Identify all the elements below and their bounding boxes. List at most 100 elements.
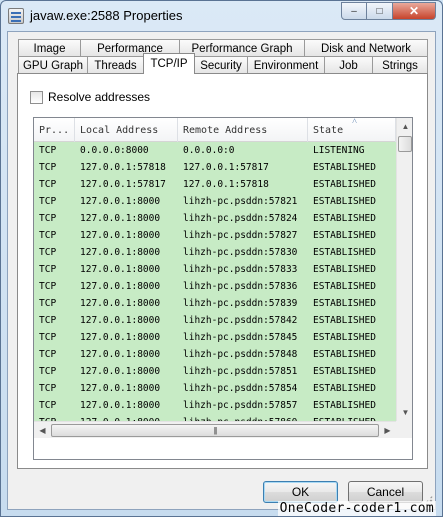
state-cell: ESTABLISHED bbox=[313, 281, 376, 292]
cancel-button[interactable]: Cancel bbox=[348, 481, 423, 503]
vertical-scroll-thumb[interactable] bbox=[398, 136, 412, 152]
remote-address-cell: 0.0.0.0:0 bbox=[183, 145, 235, 156]
local-address-cell: 127.0.0.1:8000 bbox=[80, 349, 161, 360]
scrollbar-corner bbox=[396, 421, 412, 438]
remote-address-cell: lihzh-pc.psddn:57827 bbox=[183, 230, 298, 241]
title-bar[interactable]: javaw.exe:2588 Properties – □ ✕ bbox=[1, 1, 442, 31]
table-row[interactable]: TCP127.0.0.1:8000lihzh-pc.psddn:57860EST… bbox=[34, 414, 396, 421]
tab-strings[interactable]: Strings bbox=[372, 56, 428, 74]
tcp-ip-panel: Resolve addresses Pr... Local Address Re… bbox=[17, 73, 428, 469]
tab-image[interactable]: Image bbox=[18, 39, 81, 57]
sort-ascending-icon: ˄ bbox=[352, 117, 358, 127]
horizontal-scroll-thumb[interactable]: ||| bbox=[51, 424, 379, 437]
resolve-addresses-checkbox[interactable] bbox=[30, 90, 43, 104]
table-row[interactable]: TCP 127.0.0.1:8000 lihzh-pc.psddn:57848 EST… bbox=[34, 346, 396, 363]
protocol-cell: TCP bbox=[39, 196, 57, 207]
table-row[interactable]: TCP 127.0.0.1:8000 lihzh-pc.psddn:57839 EST… bbox=[34, 295, 396, 312]
minimize-icon: – bbox=[351, 5, 357, 17]
table-row[interactable]: TCP 127.0.0.1:8000 lihzh-pc.psddn:57854 EST… bbox=[34, 380, 396, 397]
vertical-scrollbar[interactable]: ▲ ▼ bbox=[396, 118, 412, 421]
resolve-addresses-option[interactable]: Resolve addresses bbox=[30, 90, 150, 104]
state-cell: ESTABLISHED bbox=[313, 315, 376, 326]
local-address-cell: 127.0.0.1:8000 bbox=[80, 366, 161, 377]
table-row[interactable]: TCP 127.0.0.1:8000 lihzh-pc.psddn:57857 EST… bbox=[34, 397, 396, 414]
state-cell: ESTABLISHED bbox=[313, 383, 376, 394]
close-button[interactable]: ✕ bbox=[393, 2, 436, 20]
local-address-cell: 127.0.0.1:8000 bbox=[80, 400, 161, 411]
column-header-local-address[interactable]: Local Address bbox=[75, 118, 178, 142]
state-cell: ESTABLISHED bbox=[313, 298, 376, 309]
state-cell: ESTABLISHED bbox=[313, 213, 376, 224]
table-row[interactable]: TCP 0.0.0.0:8000 0.0.0.0:0 LISTENING bbox=[34, 142, 396, 159]
remote-address-cell: 127.0.0.1:57817 bbox=[183, 162, 269, 173]
tab-disk-and-network[interactable]: Disk and Network bbox=[304, 39, 428, 57]
protocol-cell: TCP bbox=[39, 162, 57, 173]
column-header-protocol[interactable]: Pr... bbox=[34, 118, 75, 142]
state-cell: ESTABLISHED bbox=[313, 247, 376, 258]
protocol-cell: TCP bbox=[39, 281, 57, 292]
table-row[interactable]: TCP 127.0.0.1:8000 lihzh-pc.psddn:57833 EST… bbox=[34, 261, 396, 278]
tab-environment[interactable]: Environment bbox=[247, 56, 325, 74]
caption-buttons: – □ ✕ bbox=[341, 2, 436, 20]
ok-button[interactable]: OK bbox=[263, 481, 338, 503]
scroll-down-icon[interactable]: ▼ bbox=[397, 404, 412, 421]
table-row[interactable]: TCP 127.0.0.1:8000 lihzh-pc.psddn:57824 EST… bbox=[34, 210, 396, 227]
local-address-cell: 127.0.0.1:8000 bbox=[80, 383, 161, 394]
protocol-cell: TCP bbox=[39, 230, 57, 241]
watermark: OneCoder-coder1.com bbox=[277, 501, 436, 516]
state-cell: ESTABLISHED bbox=[313, 264, 376, 275]
table-row[interactable]: TCP 127.0.0.1:57817 127.0.0.1:57818 ESTABLI… bbox=[34, 176, 396, 193]
table-row[interactable]: TCP 127.0.0.1:8000 lihzh-pc.psddn:57845 EST… bbox=[34, 329, 396, 346]
list-body: TCP 0.0.0.0:8000 0.0.0.0:0 LISTENING TCP 127.… bbox=[34, 142, 396, 421]
remote-address-cell: lihzh-pc.psddn:57839 bbox=[183, 298, 298, 309]
dialog-body: Image Performance Performance Graph Disk… bbox=[7, 31, 436, 510]
local-address-cell: 127.0.0.1:8000 bbox=[80, 332, 161, 343]
protocol-cell: TCP bbox=[39, 247, 57, 258]
scroll-left-icon[interactable]: ◀ bbox=[34, 422, 51, 439]
state-cell: ESTABLISHED bbox=[313, 349, 376, 360]
local-address-cell: 127.0.0.1:57817 bbox=[80, 179, 166, 190]
table-row[interactable]: TCP 127.0.0.1:8000 lihzh-pc.psddn:57836 EST… bbox=[34, 278, 396, 295]
scroll-up-icon[interactable]: ▲ bbox=[397, 118, 412, 135]
remote-address-cell: lihzh-pc.psddn:57851 bbox=[183, 366, 298, 377]
column-header-state[interactable]: State ˄ bbox=[308, 118, 396, 142]
tab-security[interactable]: Security bbox=[194, 56, 248, 74]
connections-list[interactable]: Pr... Local Address Remote Address State… bbox=[33, 117, 413, 460]
scroll-grip-icon: ||| bbox=[213, 426, 217, 435]
table-row[interactable]: TCP 127.0.0.1:8000 lihzh-pc.psddn:57827 EST… bbox=[34, 227, 396, 244]
protocol-cell: TCP bbox=[39, 400, 57, 411]
remote-address-cell: lihzh-pc.psddn:57836 bbox=[183, 281, 298, 292]
remote-address-cell: lihzh-pc.psddn:57860 bbox=[178, 414, 308, 421]
remote-address-cell: lihzh-pc.psddn:57848 bbox=[183, 349, 298, 360]
scroll-right-icon[interactable]: ▶ bbox=[379, 422, 396, 439]
table-row[interactable]: TCP 127.0.0.1:8000 lihzh-pc.psddn:57821 EST… bbox=[34, 193, 396, 210]
remote-address-cell: lihzh-pc.psddn:57854 bbox=[183, 383, 298, 394]
table-row[interactable]: TCP 127.0.0.1:57818 127.0.0.1:57817 ESTABLI… bbox=[34, 159, 396, 176]
application-icon bbox=[8, 8, 24, 24]
local-address-cell: 127.0.0.1:8000 bbox=[80, 213, 161, 224]
table-row[interactable]: TCP 127.0.0.1:8000 lihzh-pc.psddn:57842 EST… bbox=[34, 312, 396, 329]
tab-job[interactable]: Job bbox=[324, 56, 373, 74]
protocol-cell: TCP bbox=[39, 264, 57, 275]
protocol-cell: TCP bbox=[39, 315, 57, 326]
local-address-cell: 0.0.0.0:8000 bbox=[80, 145, 149, 156]
local-address-cell: 127.0.0.1:8000 bbox=[80, 247, 161, 258]
column-header-remote-address[interactable]: Remote Address bbox=[178, 118, 308, 142]
horizontal-scrollbar[interactable]: ◀ ||| ▶ bbox=[34, 421, 396, 438]
table-row[interactable]: TCP 127.0.0.1:8000 lihzh-pc.psddn:57830 EST… bbox=[34, 244, 396, 261]
local-address-cell: 127.0.0.1:8000 bbox=[75, 414, 178, 421]
close-icon: ✕ bbox=[408, 4, 420, 18]
maximize-icon: □ bbox=[376, 5, 383, 17]
remote-address-cell: lihzh-pc.psddn:57857 bbox=[183, 400, 298, 411]
local-address-cell: 127.0.0.1:8000 bbox=[80, 230, 161, 241]
table-row[interactable]: TCP 127.0.0.1:8000 lihzh-pc.psddn:57851 EST… bbox=[34, 363, 396, 380]
list-header: Pr... Local Address Remote Address State… bbox=[34, 118, 396, 142]
tab-gpu-graph[interactable]: GPU Graph bbox=[18, 56, 88, 74]
remote-address-cell: lihzh-pc.psddn:57845 bbox=[183, 332, 298, 343]
local-address-cell: 127.0.0.1:8000 bbox=[80, 281, 161, 292]
tab-threads[interactable]: Threads bbox=[87, 56, 144, 74]
tab-tcp-ip[interactable]: TCP/IP bbox=[143, 53, 195, 74]
minimize-button[interactable]: – bbox=[341, 2, 367, 20]
maximize-button[interactable]: □ bbox=[367, 2, 393, 20]
tab-performance-graph[interactable]: Performance Graph bbox=[179, 39, 305, 57]
